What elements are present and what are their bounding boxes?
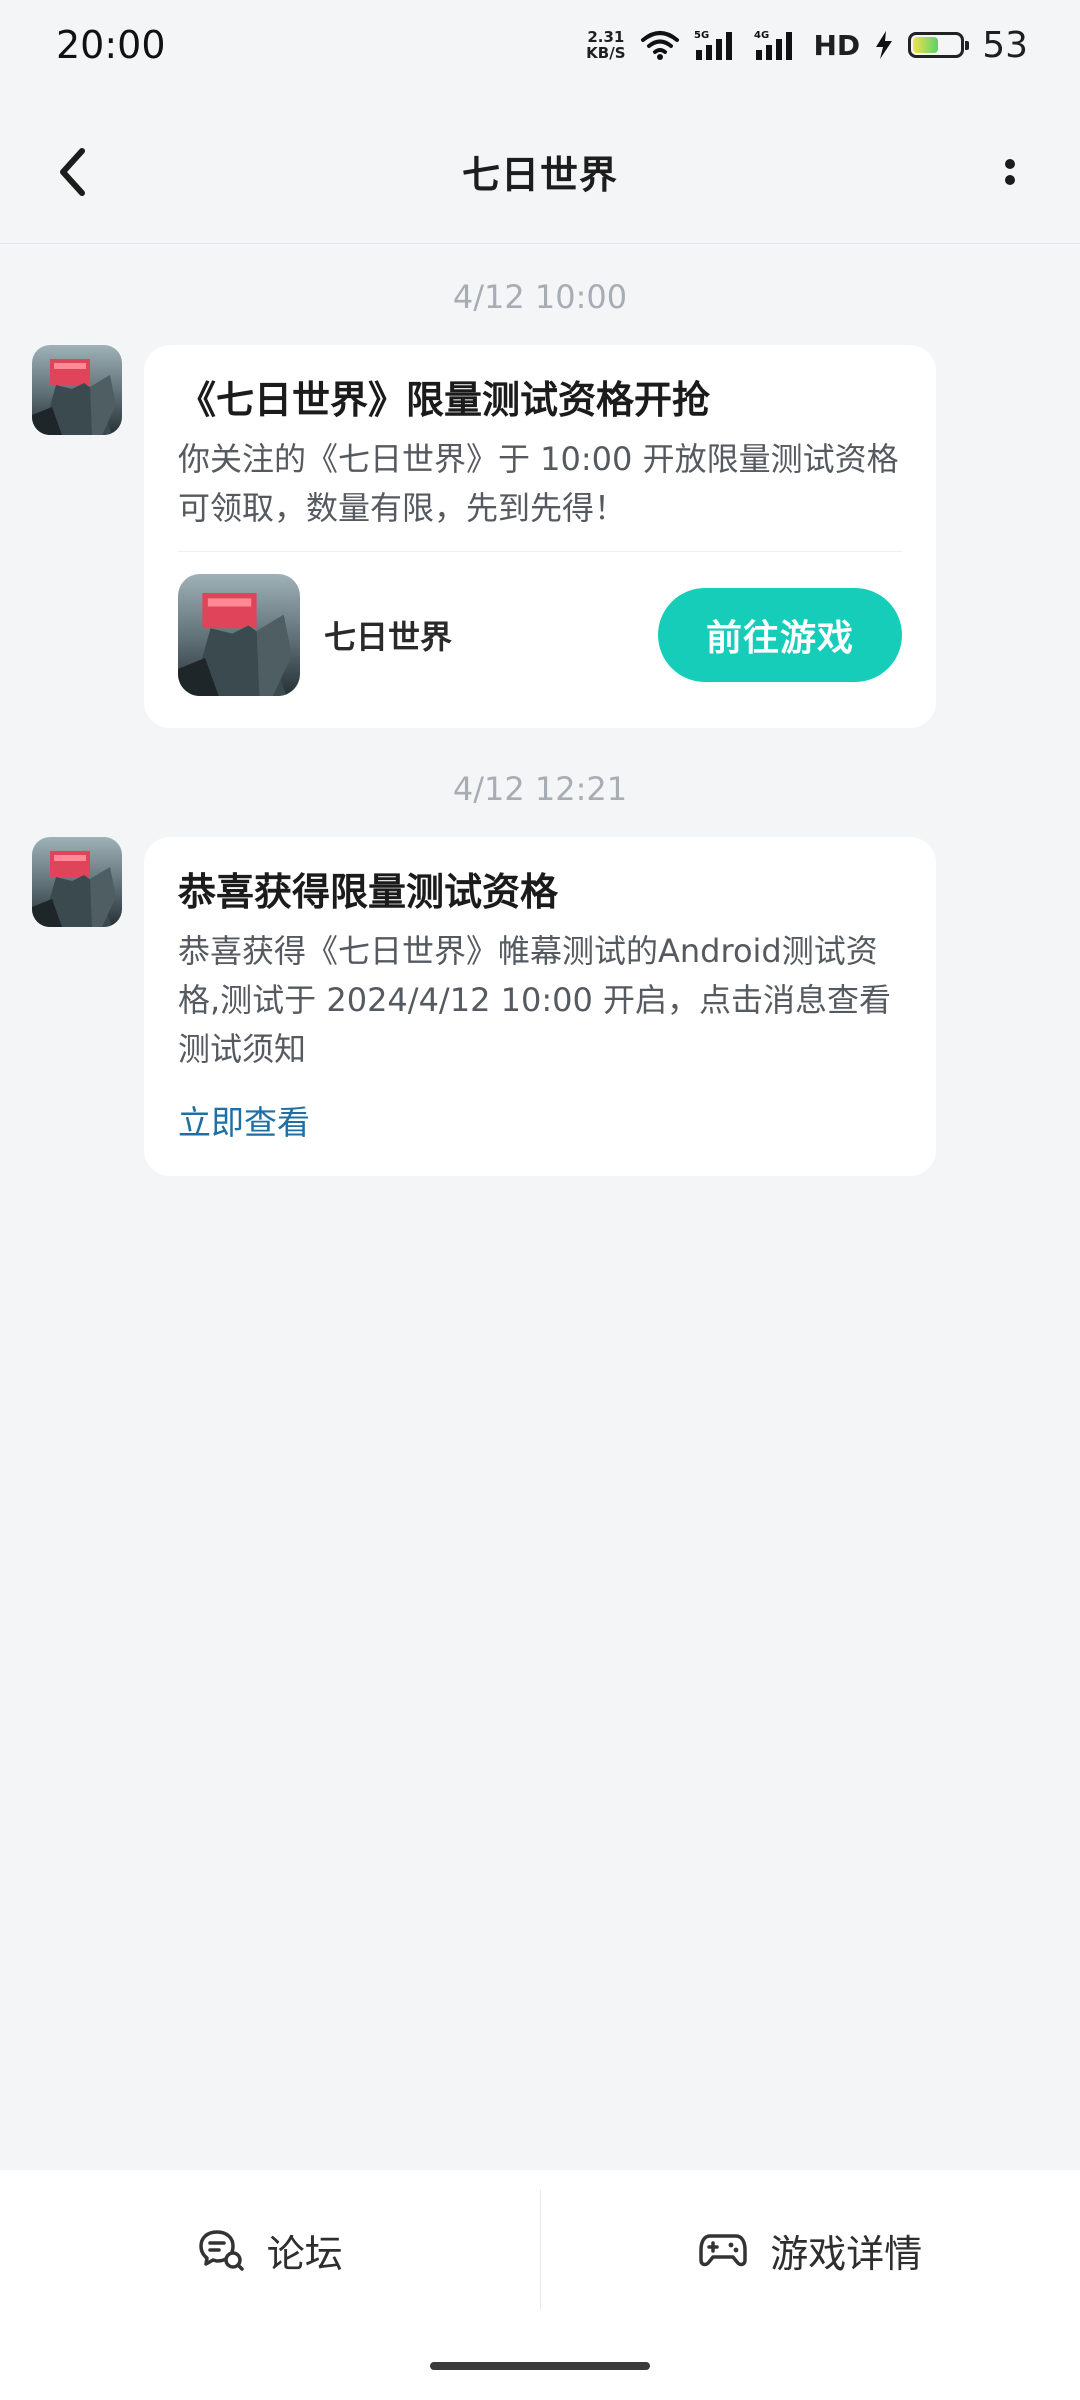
battery-percent: 53 [982, 24, 1028, 66]
status-bar: 20:00 2.31 KB/S 5G 4G HD 53 [0, 0, 1080, 90]
game-cover-image [178, 573, 300, 696]
sender-avatar[interactable] [32, 837, 122, 927]
message-title: 《七日世界》限量测试资格开抢 [178, 378, 711, 422]
game-name: 七日世界 [324, 617, 453, 656]
network-speed: 2.31 KB/S [586, 29, 625, 61]
signal-5g-icon: 5G [694, 30, 732, 60]
svg-text:4G: 4G [754, 30, 769, 41]
message-card[interactable]: 《七日世界》限量测试资格开抢 你关注的《七日世界》于 10:00 开放限量测试资… [144, 345, 936, 728]
more-vertical-icon [1005, 159, 1015, 185]
message-body: 恭喜获得《七日世界》帷幕测试的Android测试资格,测试于 2024/4/12… [178, 931, 891, 1068]
signal-4g-icon: 4G [754, 30, 792, 60]
go-to-game-button[interactable]: 前往游戏 [658, 587, 902, 682]
bottom-bar: 论坛 游戏详情 [0, 2170, 1080, 2400]
page-title: 七日世界 [461, 153, 618, 197]
chevron-left-icon [60, 148, 85, 196]
tab-game-details[interactable]: 游戏详情 [541, 2170, 1080, 2330]
app-header: 七日世界 [0, 100, 1080, 244]
forum-chat-icon [198, 2230, 244, 2271]
battery-fill [913, 37, 938, 53]
network-speed-unit: KB/S [586, 44, 626, 62]
back-button[interactable] [40, 140, 104, 204]
status-time: 20:00 [56, 23, 166, 67]
hd-indicator: HD [813, 28, 861, 62]
tab-forum[interactable]: 论坛 [0, 2170, 540, 2330]
sender-avatar[interactable] [32, 345, 122, 435]
message-title: 恭喜获得限量测试资格 [178, 870, 559, 914]
message-body: 你关注的《七日世界》于 10:00 开放限量测试资格可领取，数量有限，先到先得！ [178, 439, 899, 527]
more-button[interactable] [978, 140, 1042, 204]
gamepad-icon [699, 2234, 747, 2267]
tab-forum-label: 论坛 [266, 2231, 343, 2276]
charging-icon [876, 31, 893, 59]
svg-text:5G: 5G [694, 30, 709, 41]
view-now-link[interactable]: 立即查看 [178, 1096, 902, 1144]
battery-icon [908, 32, 970, 58]
tab-game-details-label: 游戏详情 [770, 2231, 923, 2276]
card-divider [178, 550, 902, 552]
game-avatar-image [32, 837, 122, 927]
wifi-icon [640, 31, 679, 60]
game-row: 七日世界 前往游戏 [178, 573, 902, 696]
home-indicator[interactable] [430, 2362, 650, 2370]
message-timestamp: 4/12 12:21 [452, 770, 628, 808]
message-timestamp: 4/12 10:00 [452, 278, 628, 316]
network-speed-value: 2.31 [587, 28, 625, 46]
game-icon[interactable] [178, 573, 300, 696]
bottom-tabs: 论坛 游戏详情 [0, 2170, 1080, 2330]
message-card[interactable]: 恭喜获得限量测试资格 恭喜获得《七日世界》帷幕测试的Android测试资格,测试… [144, 837, 936, 1176]
game-avatar-image [32, 345, 122, 435]
status-indicators: 2.31 KB/S 5G 4G HD 53 [586, 25, 1028, 66]
